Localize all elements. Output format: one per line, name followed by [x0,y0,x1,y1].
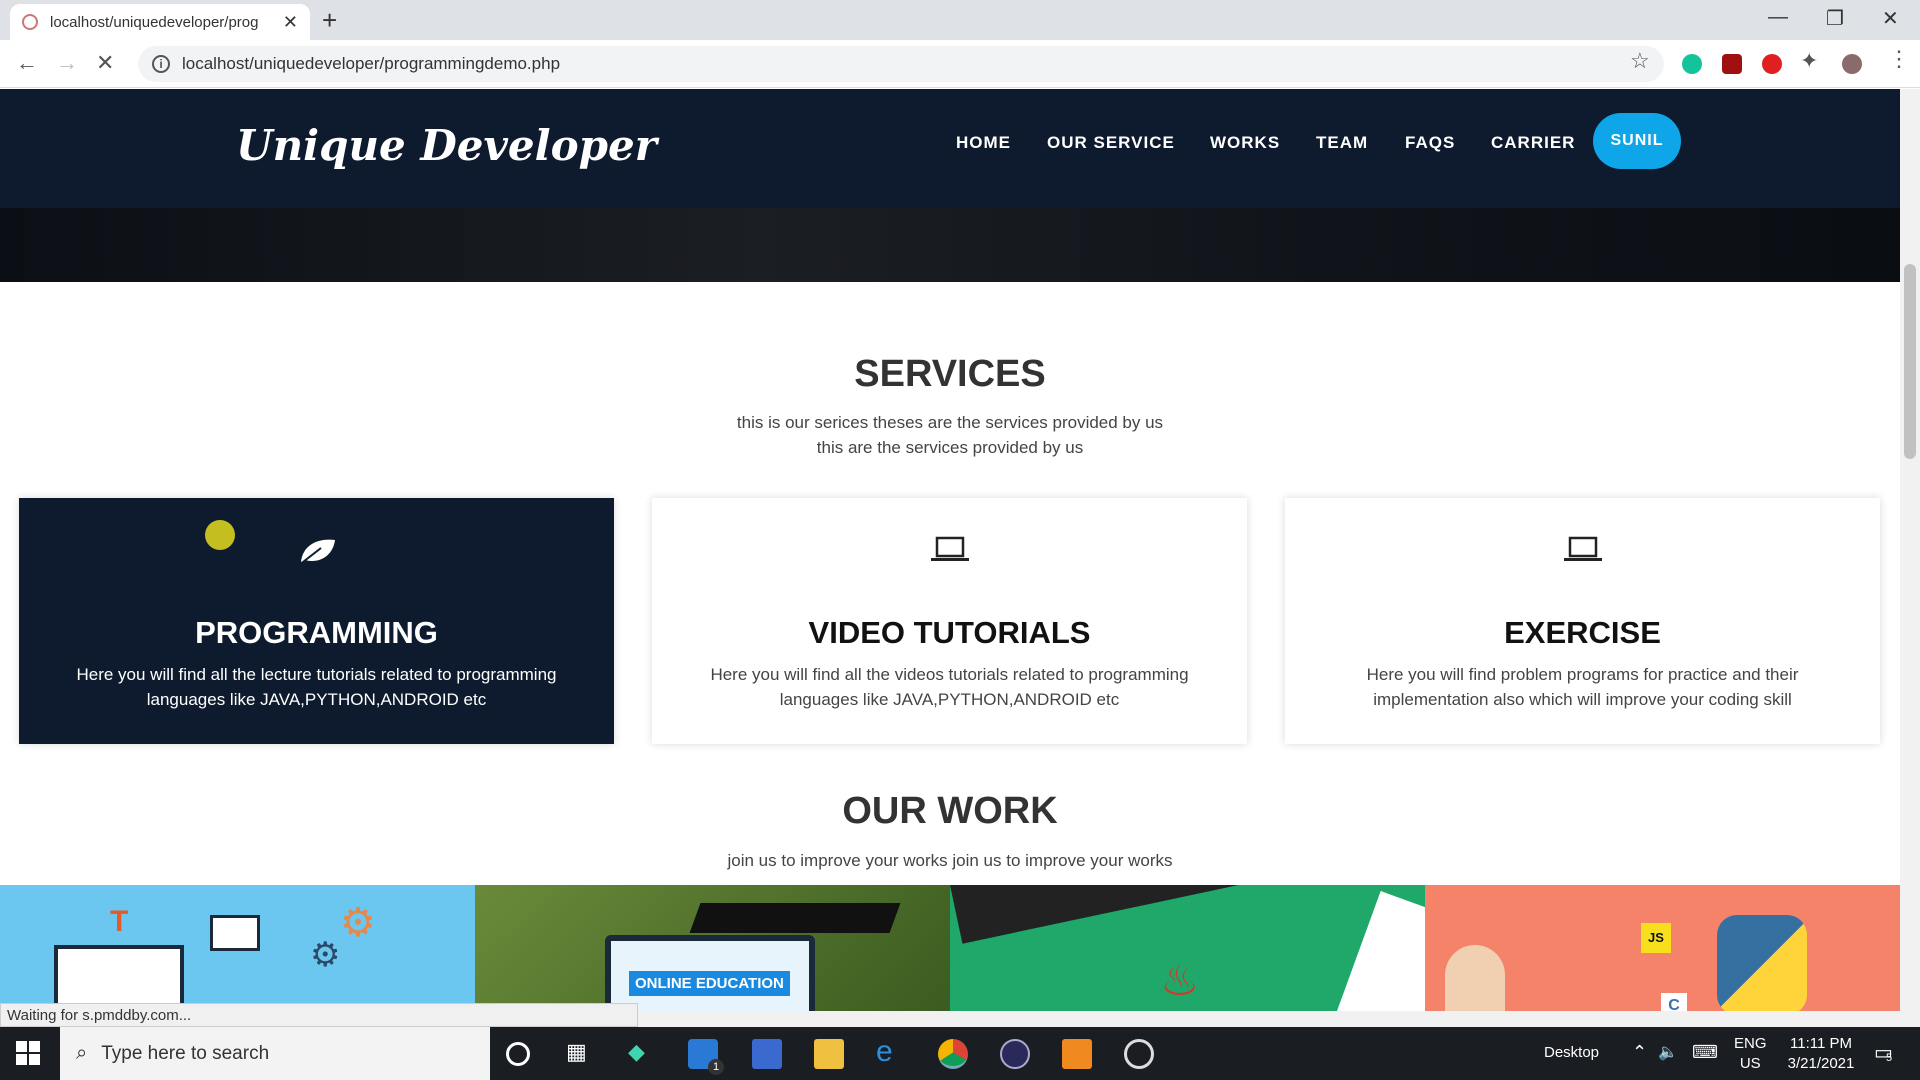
online-education-label: ONLINE EDUCATION [629,971,790,996]
store-icon[interactable] [752,1039,782,1069]
address-bar[interactable]: i localhost/uniquedeveloper/programmingd… [138,46,1664,82]
gear-icon: ⚙ [310,936,341,974]
mail-extension-icon[interactable] [1762,54,1782,74]
hand-cursor-icon [205,520,235,550]
nav-carrier[interactable]: CARRIER [1491,133,1575,153]
paper-illustration [1325,891,1425,1027]
volume-icon[interactable]: 🔈 [1658,1042,1678,1062]
bookmark-star-icon[interactable]: ☆ [1630,48,1650,74]
app-icon[interactable]: ◆ [628,1039,658,1069]
nav-home[interactable]: HOME [956,133,1011,153]
windows-taskbar: ⌕ Type here to search ▦ ◆ 1 e Desktop ⌃ … [0,1027,1920,1080]
cortana-icon[interactable] [506,1042,530,1066]
user-button[interactable]: SUNIL [1593,113,1681,169]
loading-favicon-icon [22,14,38,30]
minimize-icon[interactable]: — [1768,6,1788,29]
service-card-video-tutorials[interactable]: VIDEO TUTORIALS Here you will find all t… [652,498,1247,744]
status-bar: Waiting for s.pmddby.com... [0,1003,638,1027]
eclipse-icon[interactable] [1000,1039,1030,1069]
service-card-programming[interactable]: PROGRAMMING Here you will find all the l… [19,498,614,744]
menu-kebab-icon[interactable]: ⋮ [1888,46,1910,72]
notification-icon[interactable]: ▭ 5 [1874,1040,1893,1065]
nav-faqs[interactable]: FAQS [1405,133,1455,153]
card-description: Here you will find all the lecture tutor… [76,665,557,709]
search-icon: ⌕ [76,1042,88,1064]
tab-title: localhost/uniquedeveloper/prog [50,13,259,31]
windows-start-icon[interactable] [16,1041,40,1065]
hero-banner-image [0,208,1900,282]
grammarly-extension-icon[interactable] [1682,54,1702,74]
nav-our-service[interactable]: OUR SERVICE [1047,133,1175,153]
service-card-exercise[interactable]: EXERCISE Here you will find problem prog… [1285,498,1880,744]
restore-icon[interactable]: ❐ [1826,6,1844,31]
java-logo-icon: ♨ [1160,956,1200,1005]
clock-time: 11:11 PM [1790,1035,1852,1052]
work-thumbnail-java[interactable]: ♨ [950,885,1425,1027]
clock-date: 3/21/2021 [1787,1055,1855,1072]
leaf-icon [19,536,614,566]
back-icon[interactable]: ← [16,50,38,76]
close-tab-icon[interactable]: ✕ [283,12,298,33]
profile-avatar-icon[interactable] [1842,54,1862,74]
clock[interactable]: 11:11 PM 3/21/2021 [1776,1034,1866,1074]
code-window-icon [210,915,260,951]
stop-loading-icon[interactable]: ✕ [96,50,114,76]
card-title: VIDEO TUTORIALS [808,615,1091,650]
language-code: ENG [1734,1035,1767,1052]
card-title: PROGRAMMING [195,615,438,650]
url-text: localhost/uniquedeveloper/programmingdem… [182,54,561,73]
keyboard-icon[interactable]: ⌨ [1692,1042,1718,1063]
taskbar-search-box[interactable]: ⌕ Type here to search [60,1027,490,1080]
region-code: US [1739,1055,1761,1072]
services-subtitle-line2: this are the services provided by us [816,438,1084,457]
scrollbar-thumb[interactable] [1904,264,1916,459]
card-description: Here you will find all the videos tutori… [710,665,1189,709]
desktop-toolbar-label[interactable]: Desktop [1544,1044,1599,1061]
close-window-icon[interactable]: ✕ [1882,6,1899,31]
services-subtitle-line1: this is our serices theses are the servi… [736,413,1164,432]
js-logo-icon: JS [1641,923,1671,953]
our-work-subtitle: join us to improve your works join us to… [727,851,1173,870]
browser-tab-bar: localhost/uniquedeveloper/prog ✕ + — ❐ ✕ [0,0,1920,40]
gear-icon: ⚙ [340,901,376,945]
card-title: EXERCISE [1504,615,1661,650]
keyboard-illustration [950,885,1256,944]
browser-toolbar: ← → ✕ i localhost/uniquedeveloper/progra… [0,40,1920,88]
our-work-title: OUR WORK [842,790,1058,832]
ublock-extension-icon[interactable] [1722,54,1742,74]
card-description: Here you will find problem programs for … [1366,665,1799,709]
nav-team[interactable]: TEAM [1316,133,1368,153]
site-header: Unique Developer HOME OUR SERVICE WORKS … [0,89,1900,208]
laptop-icon [1285,536,1880,564]
graduation-cap-icon [689,903,901,933]
vertical-scrollbar[interactable] [1900,89,1920,1027]
search-placeholder: Type here to search [101,1042,270,1064]
obs-icon[interactable] [1124,1039,1154,1069]
mail-badge: 1 [708,1059,724,1075]
task-view-icon[interactable]: ▦ [566,1039,596,1069]
nav-works[interactable]: WORKS [1210,133,1280,153]
services-title: SERVICES [854,353,1046,395]
page-viewport: Unique Developer HOME OUR SERVICE WORKS … [0,89,1900,1027]
text-tool-icon: T [110,905,129,938]
extensions-puzzle-icon[interactable]: ✦ [1800,48,1818,74]
sublime-text-icon[interactable] [1062,1039,1092,1069]
python-logo-icon [1717,915,1807,1015]
file-explorer-icon[interactable] [814,1039,844,1069]
chrome-icon[interactable] [938,1039,968,1069]
forward-icon[interactable]: → [56,50,78,76]
edge-icon[interactable]: e [876,1035,906,1068]
new-tab-button[interactable]: + [322,7,337,33]
language-indicator[interactable]: ENG US [1734,1034,1767,1074]
site-logo[interactable]: Unique Developer [236,121,657,170]
browser-tab[interactable]: localhost/uniquedeveloper/prog ✕ [10,4,310,40]
site-info-icon[interactable]: i [152,55,170,73]
mail-icon[interactable]: 1 [688,1039,724,1075]
laptop-icon [652,536,1247,564]
notification-count: 5 [1886,1052,1893,1064]
tray-chevron-icon[interactable]: ⌃ [1632,1042,1647,1063]
work-thumbnail-python[interactable]: JS C [1425,885,1900,1027]
